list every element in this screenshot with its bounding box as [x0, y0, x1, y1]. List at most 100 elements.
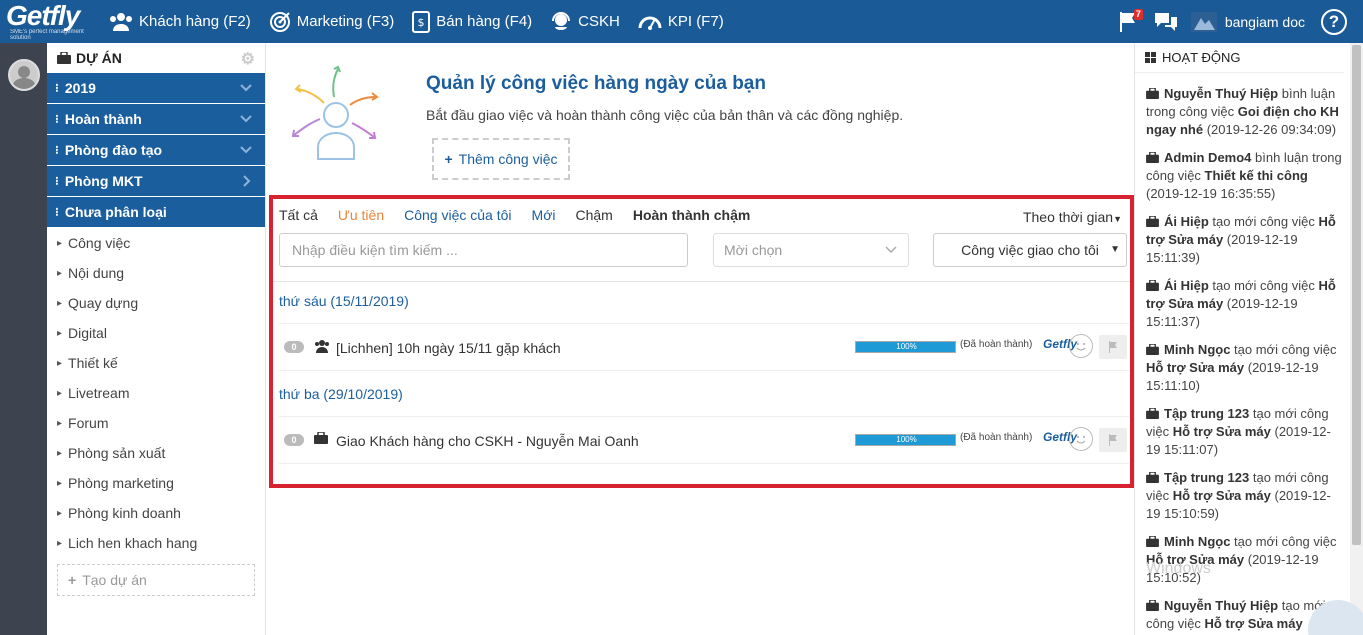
username[interactable]: bangiam doc: [1225, 14, 1305, 30]
getfly-logo[interactable]: Getfly SME's perfect management solution: [0, 0, 100, 43]
activity-item[interactable]: Tập trung 123 tạo mới công việc Hỗ trợ S…: [1135, 405, 1350, 459]
sidebar-item-label: Digital: [68, 325, 107, 341]
activity-item[interactable]: Minh Ngọc tạo mới công việc Hỗ trợ Sửa m…: [1135, 341, 1350, 395]
search-input[interactable]: [279, 233, 688, 267]
activity-actor[interactable]: Minh Ngọc: [1164, 342, 1230, 357]
nav-marketing[interactable]: Marketing (F3): [260, 0, 404, 43]
flag-button[interactable]: [1099, 335, 1127, 359]
nav-sales[interactable]: $ Bán hàng (F4): [403, 0, 541, 43]
activity-target[interactable]: Hỗ trợ Sửa máy: [1205, 616, 1303, 631]
comment-count-badge: 0: [284, 341, 304, 353]
filter-my-tasks[interactable]: Công việc của tôi: [404, 207, 511, 223]
activity-item[interactable]: Ái Hiệp tạo mới công việc Hỗ trợ Sửa máy…: [1135, 277, 1350, 331]
activity-target[interactable]: Hỗ trợ Sửa máy: [1146, 360, 1244, 375]
activity-scrollbar[interactable]: [1350, 43, 1363, 635]
sidebar-item[interactable]: ▸ Phòng marketing: [47, 468, 265, 498]
plus-icon: +: [444, 151, 453, 167]
nav-kpi[interactable]: KPI (F7): [629, 0, 733, 43]
select-value: Công việc giao cho tôi: [961, 242, 1099, 258]
filter-done-late[interactable]: Hoàn thành chậm: [633, 207, 750, 223]
activity-item[interactable]: Tập trung 123 tạo mới công việc Hỗ trợ S…: [1135, 469, 1350, 523]
sidebar-item[interactable]: ▸ Phòng kinh doanh: [47, 498, 265, 528]
sidebar-item-label: Thiết kế: [68, 355, 118, 371]
activity-item[interactable]: Nguyễn Thuý Hiệp bình luận trong công vi…: [1135, 85, 1350, 139]
help-button[interactable]: ?: [1321, 8, 1347, 35]
activity-actor[interactable]: Nguyễn Thuý Hiệp: [1164, 598, 1278, 613]
sidebar-item[interactable]: ▸ Thiết kế: [47, 348, 265, 378]
react-button[interactable]: [1069, 427, 1093, 451]
filter-priority[interactable]: Ưu tiên: [338, 207, 384, 223]
divider: [273, 281, 1130, 282]
gauge-icon: [638, 16, 662, 30]
group-icon: [315, 340, 329, 353]
task-row[interactable]: 0 Giao Khách hàng cho CSKH - Nguyễn Mai …: [279, 416, 1129, 464]
group-label: Phòng MKT: [64, 173, 143, 189]
assignee-select[interactable]: Mời chọn: [713, 233, 909, 267]
sidebar-item[interactable]: ▸ Livetream: [47, 378, 265, 408]
filter-all[interactable]: Tất cả: [279, 207, 318, 223]
filter-new[interactable]: Mới: [532, 207, 556, 223]
sidebar-item[interactable]: ▸ Phòng sản xuất: [47, 438, 265, 468]
sidebar-item[interactable]: ▸ Công việc: [47, 228, 265, 258]
add-task-button[interactable]: + Thêm công việc: [432, 138, 570, 180]
sidebar-group-completed[interactable]: ⁝ Hoàn thành: [47, 104, 265, 134]
activity-target[interactable]: Hỗ trợ Sửa máy: [1173, 488, 1271, 503]
activity-actor[interactable]: Admin Demo4: [1164, 150, 1251, 165]
sidebar-item[interactable]: ▸ Nội dung: [47, 258, 265, 288]
profile-avatar[interactable]: [7, 59, 40, 91]
sidebar-group-mkt[interactable]: ⁝ Phòng MKT: [47, 166, 265, 196]
sidebar-item[interactable]: ▸ Digital: [47, 318, 265, 348]
scroll-thumb[interactable]: [1352, 45, 1361, 545]
flag-button[interactable]: [1099, 428, 1127, 452]
task-scope-select[interactable]: Công việc giao cho tôi ▼: [933, 233, 1127, 267]
sidebar-group-2019[interactable]: ⁝ 2019: [47, 73, 265, 103]
activity-target[interactable]: Thiết kế thi công: [1205, 168, 1308, 183]
activity-actor[interactable]: Tập trung 123: [1164, 470, 1249, 485]
logo-tagline: SME's perfect management solution: [10, 28, 84, 41]
sidebar-group-training[interactable]: ⁝ Phòng đào tạo: [47, 135, 265, 165]
create-project-button[interactable]: + Tạo dự án: [57, 564, 255, 596]
task-illustration-icon: [291, 65, 379, 160]
date-group-label: thứ ba (29/10/2019): [279, 386, 403, 402]
bullet-icon: ▸: [57, 237, 63, 249]
activity-item[interactable]: Ái Hiệp tạo mới công việc Hỗ trợ Sửa máy…: [1135, 213, 1350, 267]
briefcase-icon: [1146, 471, 1159, 483]
activity-actor[interactable]: Nguyễn Thuý Hiệp: [1164, 86, 1278, 101]
nav-support[interactable]: CSKH: [541, 0, 629, 43]
sidebar-item[interactable]: ▸ Quay dựng: [47, 288, 265, 318]
bullet-icon: ▸: [57, 507, 63, 519]
gear-icon[interactable]: ⚙: [241, 49, 255, 69]
activity-actor[interactable]: Ái Hiệp: [1164, 214, 1209, 229]
sort-dropdown[interactable]: Theo thời gian▼: [1023, 209, 1122, 225]
sidebar-group-uncategorized[interactable]: ⁝ Chưa phân loại: [47, 197, 265, 227]
drag-handle-icon: ⁝: [55, 174, 59, 188]
main-content: Quản lý công việc hàng ngày của bạn Bắt …: [266, 43, 1134, 635]
hero-title: Quản lý công việc hàng ngày của bạn: [426, 73, 766, 94]
activity-actor[interactable]: Tập trung 123: [1164, 406, 1249, 421]
chat-button[interactable]: [1151, 7, 1181, 37]
activity-item[interactable]: Admin Demo4 bình luận trong công việc Th…: [1135, 149, 1350, 203]
nav-customers[interactable]: Khách hàng (F2): [100, 0, 260, 43]
sidebar-item[interactable]: ▸ Forum: [47, 408, 265, 438]
bullet-icon: ▸: [57, 447, 63, 459]
activity-actor[interactable]: Ái Hiệp: [1164, 278, 1209, 293]
task-name[interactable]: [Lichhen] 10h ngày 15/11 gặp khách: [336, 340, 561, 356]
smiley-icon: [1076, 436, 1086, 444]
bullet-icon: ▸: [57, 417, 63, 429]
task-row[interactable]: 0 [Lichhen] 10h ngày 15/11 gặp khách 100…: [279, 323, 1129, 371]
flag-icon: [1109, 434, 1117, 446]
activity-target[interactable]: Hỗ trợ Sửa máy: [1173, 424, 1271, 439]
bullet-icon: ▸: [57, 267, 63, 279]
date-group-label: thứ sáu (15/11/2019): [279, 293, 409, 309]
react-button[interactable]: [1069, 334, 1093, 358]
filter-late[interactable]: Chậm: [575, 207, 612, 223]
top-right-controls: 7 bangiam doc ?: [1115, 0, 1363, 43]
chat-icon: [1154, 12, 1177, 31]
user-avatar[interactable]: [1190, 11, 1217, 32]
activity-header: HOẠT ĐỘNG: [1135, 43, 1344, 73]
chevron-down-icon: [240, 84, 252, 92]
activity-actor[interactable]: Minh Ngọc: [1164, 534, 1230, 549]
task-name[interactable]: Giao Khách hàng cho CSKH - Nguyễn Mai Oa…: [336, 433, 639, 449]
notifications-button[interactable]: 7: [1115, 7, 1143, 37]
sidebar-item[interactable]: ▸ Lich hen khach hang: [47, 528, 265, 558]
